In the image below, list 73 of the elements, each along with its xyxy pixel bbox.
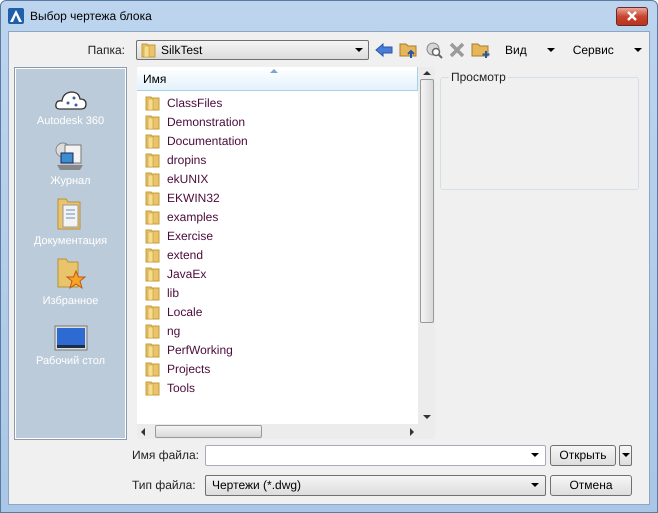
open-options-button[interactable] (619, 444, 632, 466)
file-type-label: Тип файла: (132, 478, 197, 492)
scroll-right-icon[interactable] (410, 428, 414, 436)
folder-name[interactable]: lib (167, 286, 180, 300)
folder-name[interactable]: Exercise (167, 228, 214, 242)
scrollbar-thumb[interactable] (155, 425, 262, 438)
folder-name[interactable]: extend (167, 248, 204, 262)
file-type-dropdown[interactable]: Чертежи (*.dwg) (205, 474, 546, 496)
caret-icon (634, 48, 642, 52)
preview-title: Просмотр (449, 70, 508, 84)
folder-icon (145, 380, 161, 396)
folder-name[interactable]: EKWIN32 (167, 190, 220, 204)
cloud-icon (54, 89, 88, 111)
app-logo-icon (8, 8, 24, 24)
folder-name[interactable]: JavaEx (167, 266, 206, 280)
folder-icon (145, 246, 161, 262)
scroll-up-icon[interactable] (422, 71, 430, 75)
caret-icon (546, 48, 555, 52)
folder-icon (145, 190, 161, 206)
folder-icon (145, 208, 161, 224)
scrollbar-thumb[interactable] (420, 79, 434, 323)
folder-name[interactable]: PerfWorking (167, 342, 233, 356)
view-menu[interactable]: Вид (505, 43, 527, 57)
star-folder-icon (56, 257, 86, 291)
folder-icon (145, 304, 161, 320)
folder-name[interactable]: Demonstration (167, 114, 246, 128)
back-arrow-icon[interactable] (375, 42, 393, 58)
scroll-down-icon[interactable] (422, 415, 430, 419)
folder-icon (145, 114, 161, 130)
new-folder-icon[interactable] (471, 41, 491, 59)
folder-icon (145, 266, 161, 282)
folder-name[interactable]: Tools (167, 380, 196, 394)
folder-icon (145, 228, 161, 244)
vertical-scrollbar[interactable] (418, 67, 435, 439)
folder-dropdown[interactable]: SilkTest (136, 40, 369, 60)
folder-name[interactable]: ng (167, 324, 180, 338)
window-title: Выбор чертежа блока (30, 9, 152, 23)
file-name-field[interactable] (205, 444, 546, 466)
folder-icon (145, 322, 161, 338)
folder-icon (145, 360, 161, 376)
folder-icon (145, 170, 161, 186)
caret-icon (531, 453, 539, 457)
folder-name[interactable]: ClassFiles (167, 96, 222, 110)
horizontal-scrollbar[interactable] (137, 424, 418, 439)
folder-name[interactable]: Documentation (167, 134, 248, 148)
caret-icon (531, 483, 539, 487)
folder-icon (145, 94, 161, 110)
scroll-left-icon[interactable] (141, 428, 145, 436)
monitor-icon (54, 325, 88, 351)
file-name-label: Имя файла: (132, 448, 200, 462)
folder-icon (145, 342, 161, 358)
open-button[interactable]: Открыть (550, 444, 616, 466)
folder-up-icon[interactable] (399, 41, 419, 59)
folder-name[interactable]: Locale (167, 304, 202, 318)
caret-icon (355, 48, 363, 52)
tools-menu[interactable]: Сервис (572, 43, 614, 57)
folder-name[interactable]: examples (167, 210, 218, 224)
globe-search-icon[interactable] (425, 41, 443, 59)
folder-name[interactable]: ekUNIX (167, 172, 208, 186)
caret-icon (622, 453, 630, 457)
close-button[interactable] (616, 6, 648, 26)
folder-icon (145, 152, 161, 168)
sort-arrow-icon (270, 69, 278, 73)
column-header[interactable]: Имя (143, 72, 166, 86)
cancel-button[interactable]: Отмена (550, 474, 632, 496)
folder-name[interactable]: Projects (167, 362, 210, 376)
folder-label: Папка: (86, 43, 125, 57)
folder-icon (145, 132, 161, 148)
folder-icon (141, 42, 157, 58)
folder-icon (145, 284, 161, 300)
folder-name[interactable]: dropins (167, 152, 206, 166)
close-icon (626, 11, 638, 21)
file-type-value: Чертежи (*.dwg) (212, 478, 302, 492)
